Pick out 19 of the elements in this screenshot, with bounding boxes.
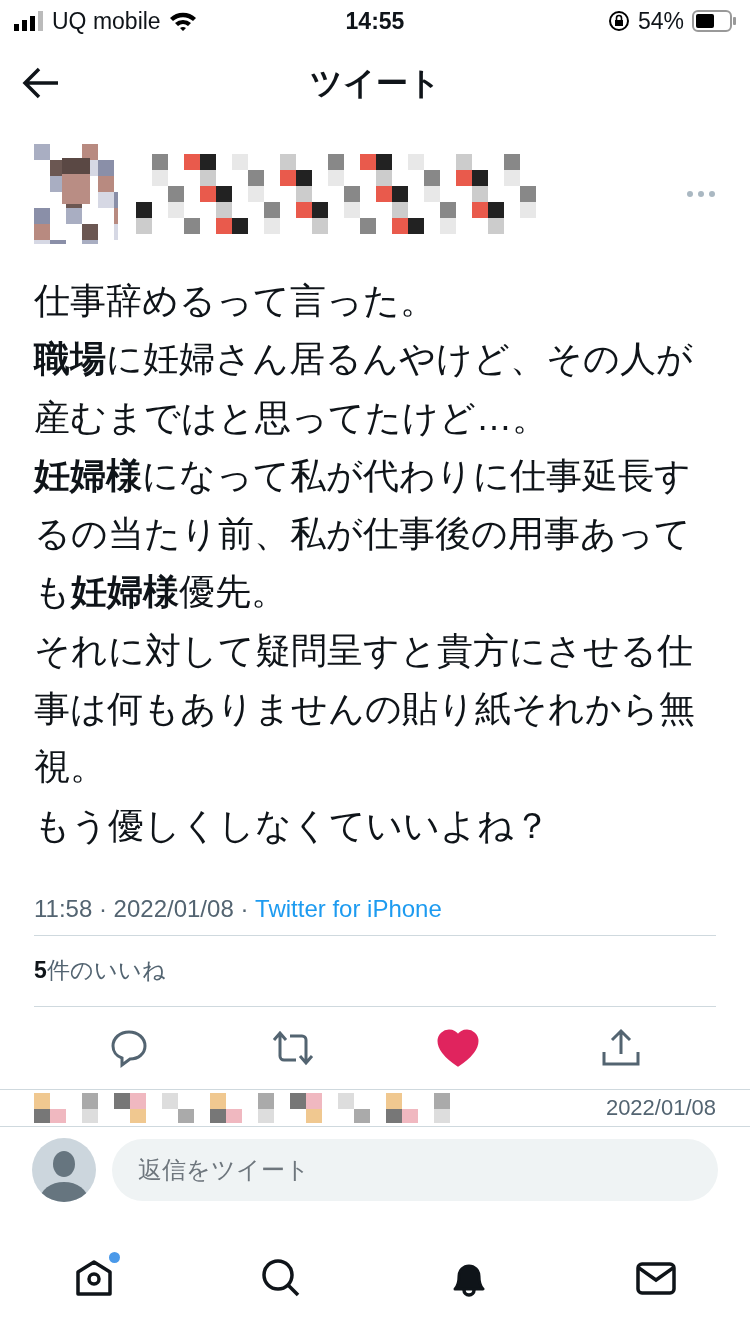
likes-count: 5 [34,957,47,985]
page-title: ツイート [309,64,441,103]
battery-icon [692,10,736,32]
tweet-text: 妊婦様になって私が代わりに仕事延長するの当たり前、私が仕事後の用事あっても妊婦様優先。 [34,453,692,615]
tweet-text: それに対して疑問呈すと貴方にさせる仕事は何もありませんの貼り紙それから無視。 [34,628,696,790]
signal-icon [14,11,44,31]
clock-time: 14:55 [345,7,405,35]
back-arrow-icon[interactable] [22,66,60,100]
tweet-timestamp: 11:58 · 2022/01/08 · [34,894,250,923]
tweet-text: 職場に妊婦さん居るんやけど、その人が産むまではと思ってたけど…。 [34,337,694,440]
wifi-icon [168,11,197,31]
rotation-lock-icon [607,10,630,32]
reply-field[interactable]: 返信をツイート [112,1138,718,1201]
battery-percent: 54% [637,7,684,35]
reply-date: 2022/01/08 [605,1094,716,1121]
carrier-name: UQ mobile [52,7,161,35]
tweet-text: 仕事辞めるって言った。 [34,279,437,323]
tweet-text: もう優しくしなくていいよね？ [34,803,551,848]
likes-label[interactable]: 件のいいね [46,955,166,987]
